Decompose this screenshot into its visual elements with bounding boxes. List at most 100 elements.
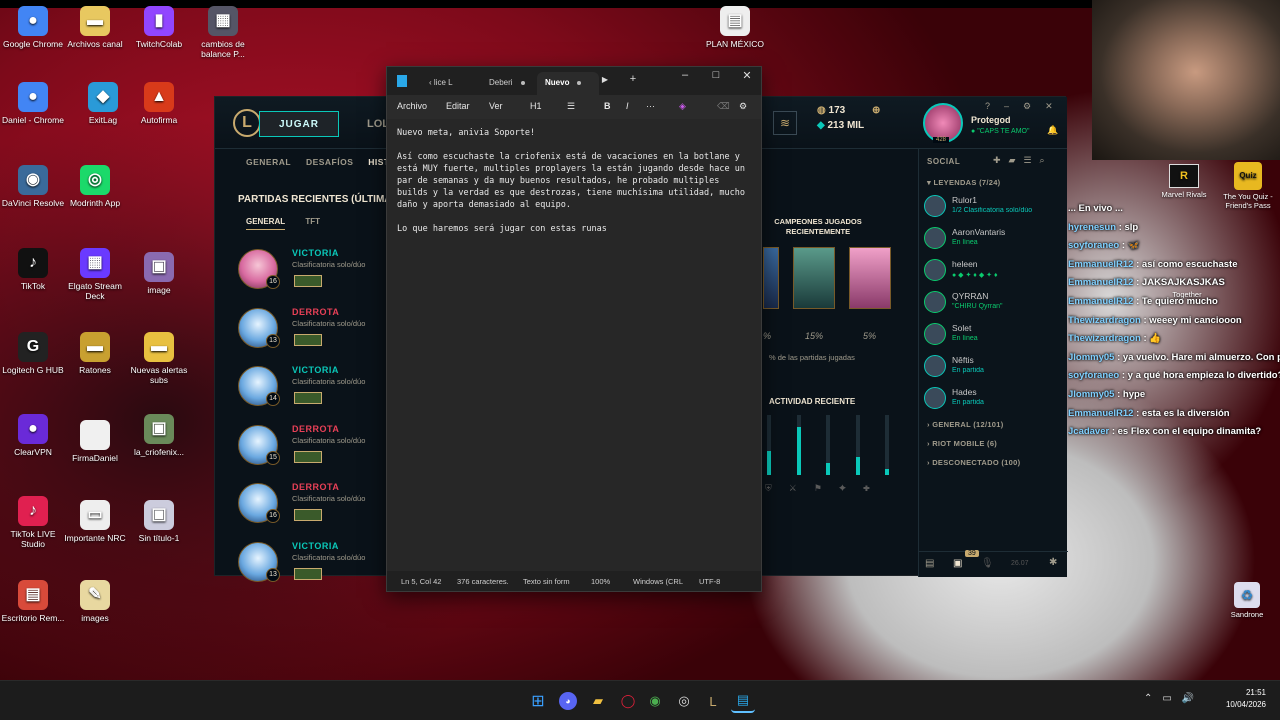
league-client-icon[interactable]: L <box>701 689 725 713</box>
add-friend-icon[interactable]: ✚ <box>993 155 1009 165</box>
bug-report-icon[interactable]: ✱ <box>1049 557 1057 568</box>
chrome-icon[interactable]: ◉ <box>643 689 667 713</box>
group-desconectado[interactable]: › DESCONECTADO (100) <box>927 458 1020 467</box>
loot-icon[interactable]: ≋ <box>773 111 797 135</box>
tab-general[interactable]: GENERAL <box>246 157 291 167</box>
tab-match-general[interactable]: GENERAL <box>246 217 286 230</box>
marvel-rivals-shortcut[interactable]: R Marvel Rivals <box>1160 164 1208 199</box>
system-clock[interactable]: 21:51 10/04/2026 <box>1226 687 1266 711</box>
play-button[interactable]: JUGAR <box>259 111 339 137</box>
desktop-shortcut[interactable]: ▭ Importante NRC <box>62 500 128 543</box>
volume-icon[interactable]: 🔊 <box>1182 693 1204 704</box>
match-row[interactable]: 13 DERROTA Clasificatoria solo/dúo <box>238 304 398 354</box>
close-icon[interactable]: ✕ <box>735 69 759 82</box>
add-rp-icon[interactable]: ⊕ <box>872 105 880 116</box>
menu-editar[interactable]: Editar <box>446 101 470 111</box>
match-row[interactable]: 14 VICTORIA Clasificatoria solo/dúo <box>238 362 398 412</box>
list-icon[interactable]: ☰ <box>567 101 575 112</box>
list-icon[interactable]: ☰ <box>1023 155 1039 165</box>
desktop-shortcut[interactable]: ▣ Sin título-1 <box>126 500 192 543</box>
desktop-shortcut[interactable]: ▬ Ratones <box>62 332 128 375</box>
desktop-shortcut[interactable]: ● Daniel - Chrome <box>0 82 66 125</box>
desktop-shortcut[interactable]: ♪ TikTok LIVE Studio <box>0 496 66 549</box>
folder-icon[interactable]: ▰ <box>1009 155 1024 165</box>
notifications-icon[interactable]: ▣ <box>953 558 962 569</box>
heading-dropdown[interactable]: H1 <box>530 101 542 111</box>
settings-icon[interactable]: ⚙ <box>739 101 747 112</box>
tab-deberi[interactable]: Deberi <box>481 72 533 95</box>
desktop-shortcut[interactable]: ▣ image <box>126 252 192 295</box>
desktop-shortcut[interactable]: ▬ Archivos canal <box>62 6 128 49</box>
network-icon[interactable]: ▭ <box>1162 693 1181 704</box>
friend-item[interactable]: Solet En línea <box>922 319 1066 347</box>
close-icon[interactable]: ✕ <box>1045 101 1067 111</box>
desktop-shortcut[interactable]: ◎ Modrinth App <box>62 165 128 208</box>
help-icon[interactable]: ? <box>985 101 1004 111</box>
lol-logo-icon[interactable]: L <box>233 109 261 137</box>
notepad-taskbar-icon[interactable]: ▤ <box>731 689 755 713</box>
be-icon: ◆ <box>817 120 825 131</box>
chevron-up-icon[interactable]: ⌃ <box>1144 693 1162 704</box>
group-leyendas[interactable]: ▾ LEYENDAS (7/24) <box>927 178 1000 187</box>
friend-item[interactable]: Nêftis En partida <box>922 351 1066 379</box>
maximize-icon[interactable]: □ <box>704 69 728 81</box>
next-tab-icon[interactable]: ▶ <box>593 75 617 84</box>
tab-desafios[interactable]: DESAFÍOS <box>306 157 353 167</box>
notepad-text-area[interactable]: Nuevo meta, anivia Soporte! Así como esc… <box>387 119 761 571</box>
friend-item[interactable]: heleen ● ◆ ✦ ♦ ◆ ✦ ♦ <box>922 255 1066 283</box>
encoding[interactable]: UTF-8 <box>699 577 720 586</box>
desktop-shortcut[interactable]: ▤ PLAN MÉXICO <box>702 6 768 49</box>
desktop-shortcut[interactable]: FirmaDaniel <box>62 420 128 463</box>
mic-icon[interactable]: 🎙 <box>981 558 994 569</box>
search-icon[interactable]: ⌕ <box>1040 155 1053 165</box>
friend-item[interactable]: QYRRΔN "CHIRU Qyrran" <box>922 287 1066 315</box>
zoom-level[interactable]: 100% <box>591 577 610 586</box>
desktop-shortcut[interactable]: ▲ Autofirma <box>126 82 192 125</box>
more-options-button[interactable]: ··· <box>646 101 655 111</box>
friend-item[interactable]: Hades En partida <box>922 383 1066 411</box>
tab-match-tft[interactable]: TFT <box>305 217 320 226</box>
desktop-shortcut[interactable]: ▬ Nuevas alertas subs <box>126 332 192 385</box>
format-mode[interactable]: Texto sin form <box>523 577 570 586</box>
new-tab-icon[interactable]: + <box>621 73 645 85</box>
settings-icon[interactable]: ⚙ <box>1023 101 1045 111</box>
desktop-shortcut[interactable]: ✎ images <box>62 580 128 623</box>
match-row[interactable]: 13 VICTORIA Clasificatoria solo/dúo <box>238 538 398 588</box>
discord-icon[interactable]: ◕ <box>559 692 577 710</box>
desktop-shortcut[interactable]: ▮ TwitchColab <box>126 6 192 49</box>
italic-button[interactable]: I <box>626 101 629 111</box>
friend-item[interactable]: Rulor1 1/2 Clasificatoria solo/dúo <box>922 191 1066 219</box>
chat-icon[interactable]: ▤ <box>925 558 934 569</box>
match-row[interactable]: 16 VICTORIA Clasificatoria solo/dúo <box>238 245 398 295</box>
tab-lice[interactable]: ‹ lice L <box>421 72 461 95</box>
bold-button[interactable]: B <box>604 101 611 111</box>
desktop-shortcut[interactable]: ▦ Elgato Stream Deck <box>62 248 128 301</box>
desktop-shortcut[interactable]: ● ClearVPN <box>0 414 66 457</box>
desktop-shortcut[interactable]: ◉ DaVinci Resolve <box>0 165 66 208</box>
group-riot-mobile[interactable]: › RIOT MOBILE (6) <box>927 439 997 448</box>
opera-icon[interactable]: ◯ <box>616 689 640 713</box>
obs-icon[interactable]: ◎ <box>672 689 696 713</box>
line-ending[interactable]: Windows (CRL <box>633 577 683 586</box>
desktop-shortcut[interactable]: ▣ la_criofenix... <box>126 414 192 457</box>
desktop-shortcut[interactable]: ▦ cambios de balance P... <box>190 6 256 59</box>
desktop-shortcut[interactable]: G Logitech G HUB <box>0 332 66 375</box>
desktop-shortcut[interactable]: ● Google Chrome <box>0 6 66 49</box>
desktop-shortcut[interactable]: ▤ Escritorio Rem... <box>0 580 66 623</box>
tab-nuevo[interactable]: Nuevo <box>537 72 599 95</box>
bell-icon[interactable]: 🔔 <box>1047 125 1058 136</box>
clear-format-icon[interactable]: ⌫ <box>717 101 730 112</box>
windows-start-icon[interactable]: ⊞ <box>526 689 550 713</box>
friend-item[interactable]: AaronVantaris En línea <box>922 223 1066 251</box>
copilot-icon[interactable]: ◈ <box>679 101 686 112</box>
file-explorer-icon[interactable]: ▰ <box>586 689 610 713</box>
menu-ver[interactable]: Ver <box>489 101 503 111</box>
minimize-icon[interactable]: – <box>673 69 697 81</box>
minimize-icon[interactable]: – <box>1004 101 1023 111</box>
match-row[interactable]: 16 DERROTA Clasificatoria solo/dúo <box>238 479 398 529</box>
sandrone-shortcut[interactable]: ♻ Sandrone <box>1224 582 1270 619</box>
menu-archivo[interactable]: Archivo <box>397 101 427 111</box>
group-general[interactable]: › GENERAL (12/101) <box>927 420 1004 429</box>
match-row[interactable]: 15 DERROTA Clasificatoria solo/dúo <box>238 421 398 471</box>
desktop-shortcut[interactable]: ♪ TikTok <box>0 248 66 291</box>
